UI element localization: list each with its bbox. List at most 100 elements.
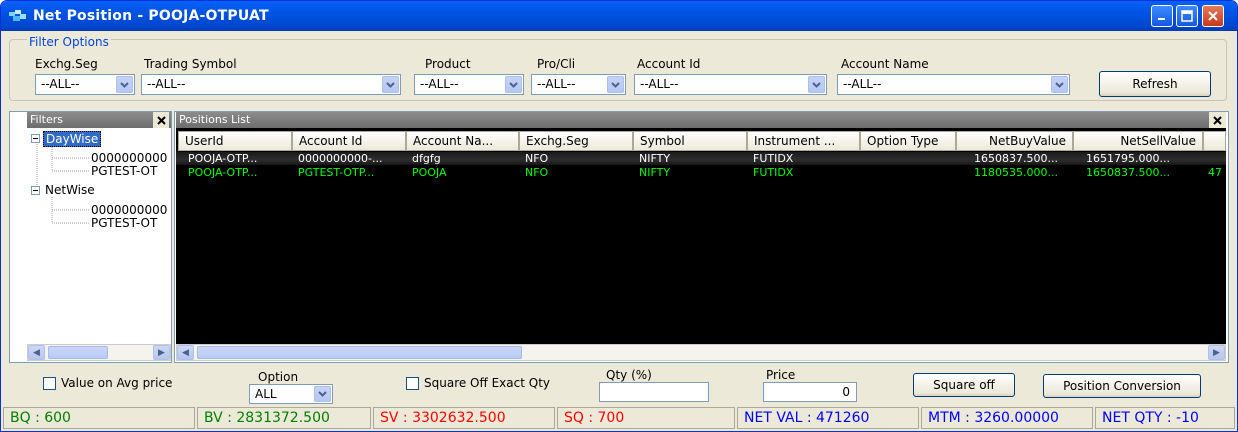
title-bar[interactable]: Net Position - POOJA-OTPUAT [1,1,1237,31]
column-header[interactable]: Account Na... [406,131,519,151]
filters-horizontal-scrollbar[interactable]: ◀ ▶ [27,344,171,361]
chevron-down-icon[interactable] [1051,76,1068,93]
square-off-button[interactable]: Square off [913,373,1015,397]
price-input[interactable]: 0 [763,382,857,402]
maximize-button[interactable] [1176,5,1198,27]
column-header[interactable]: Exchg.Seg [519,131,633,151]
column-header[interactable]: NetBuyValue [956,131,1073,151]
square-off-exact-label: Square Off Exact Qty [424,376,550,390]
collapse-icon[interactable] [31,134,40,143]
scroll-right-icon[interactable]: ▶ [153,345,170,360]
account-name-select[interactable]: --ALL-- [837,74,1070,95]
cell-account-id: PGTEST-OTP... [298,166,375,179]
app-icon [9,9,27,23]
filters-close-button[interactable] [153,112,169,128]
cell-instrument: FUTIDX [753,152,794,165]
scroll-left-icon[interactable]: ◀ [177,345,194,360]
qty-percent-label: Qty (%) [606,368,652,382]
option-label: Option [258,370,299,384]
tree-node-daywise-child[interactable]: 0000000000 [91,151,167,165]
column-header[interactable]: Symbol [633,131,747,151]
account-id-value: --ALL-- [640,77,679,91]
product-label: Product [425,57,471,71]
positions-horizontal-scrollbar[interactable]: ◀ ▶ [176,344,1226,361]
scroll-thumb[interactable] [197,346,522,359]
cell-exchg-seg: NFO [525,152,549,165]
exchg-seg-label: Exchg.Seg [35,57,98,71]
cell-userid: POOJA-OTP... [188,166,258,179]
status-net-val: NET VAL : 471260 [737,407,919,429]
tree-node-netwise-child[interactable]: PGTEST-OT [91,216,157,230]
chevron-down-icon[interactable] [607,76,624,93]
status-bq: BQ : 600 [3,407,195,429]
account-id-select[interactable]: --ALL-- [634,74,827,95]
cell-account-name: dfgfg [412,152,441,165]
account-id-label: Account Id [637,57,701,71]
positions-pane-title: Positions List [179,113,251,126]
trading-symbol-value: --ALL-- [147,77,186,91]
scroll-thumb[interactable] [48,346,108,359]
exchg-seg-value: --ALL-- [41,77,80,91]
value-on-avg-label: Value on Avg price [61,376,173,390]
qty-percent-input[interactable] [599,382,709,402]
filter-options-legend: Filter Options [27,35,111,49]
tree-node-daywise-child[interactable]: PGTEST-OT [91,164,157,178]
tree-node-netwise[interactable]: NetWise [45,183,95,197]
trading-symbol-select[interactable]: --ALL-- [141,74,401,95]
option-select[interactable]: ALL [249,384,333,404]
refresh-label: Refresh [1132,77,1178,91]
table-row[interactable]: POOJA-OTP... 0000000000-... dfgfg NFO NI… [176,152,1226,165]
chevron-down-icon[interactable] [382,76,399,93]
pro-cli-value: --ALL-- [537,77,576,91]
column-header-extra[interactable] [1203,131,1226,151]
cell-account-name: POOJA [412,166,447,179]
chevron-down-icon[interactable] [314,386,331,402]
tree-node-daywise[interactable]: DayWise [43,131,102,147]
close-icon [156,115,166,125]
chevron-down-icon[interactable] [116,76,133,93]
cell-net-sell-value: 1651795.000... [1086,152,1170,165]
filters-pane-header: Filters [27,112,171,128]
close-icon [1208,11,1218,21]
cell-exchg-seg: NFO [525,166,549,179]
cell-net-buy-value: 1650837.500... [974,152,1058,165]
position-conversion-label: Position Conversion [1063,379,1181,393]
maximize-icon [1181,10,1193,22]
cell-net-buy-value: 1180535.000... [974,166,1058,179]
exchg-seg-select[interactable]: --ALL-- [35,74,135,95]
scroll-left-icon[interactable]: ◀ [28,345,45,360]
chevron-down-icon[interactable] [808,76,825,93]
scroll-right-icon[interactable]: ▶ [1208,345,1225,360]
collapse-icon[interactable] [31,186,40,195]
position-conversion-button[interactable]: Position Conversion [1043,374,1201,398]
tree-node-netwise-child[interactable]: 0000000000 [91,203,167,217]
filters-pane-title: Filters [30,113,63,126]
column-header[interactable]: UserId [178,131,292,151]
cell-extra: 47 [1208,166,1222,179]
cell-net-sell-value: 1650837.500... [1086,166,1170,179]
column-header[interactable]: Option Type [860,131,956,151]
table-row[interactable]: POOJA-OTP... PGTEST-OTP... POOJA NFO NIF… [176,166,1226,179]
pro-cli-select[interactable]: --ALL-- [531,74,626,95]
cell-account-id: 0000000000-... [298,152,383,165]
price-value: 0 [842,385,850,399]
positions-close-button[interactable] [1209,112,1226,128]
status-mtm: MTM : 3260.00000 [921,407,1093,429]
square-off-exact-checkbox[interactable] [406,377,419,390]
close-button[interactable] [1202,5,1224,27]
column-header[interactable]: Instrument ... [747,131,860,151]
column-header[interactable]: Account Id [292,131,406,151]
refresh-button[interactable]: Refresh [1099,71,1211,97]
account-name-value: --ALL-- [843,77,882,91]
chevron-down-icon[interactable] [505,76,522,93]
net-position-window: Net Position - POOJA-OTPUAT Filter Optio… [0,0,1238,432]
product-select[interactable]: --ALL-- [414,74,524,95]
filters-tree: DayWise 0000000000 PGTEST-OT NetWise 000… [27,128,171,343]
status-bv: BV : 2831372.500 [197,407,371,429]
cell-instrument: FUTIDX [753,166,794,179]
value-on-avg-checkbox[interactable] [43,377,56,390]
column-header[interactable]: NetSellValue [1073,131,1203,151]
status-net-qty: NET QTY : -10 [1095,407,1235,429]
minimize-icon [1158,18,1165,20]
minimize-button[interactable] [1151,5,1173,27]
